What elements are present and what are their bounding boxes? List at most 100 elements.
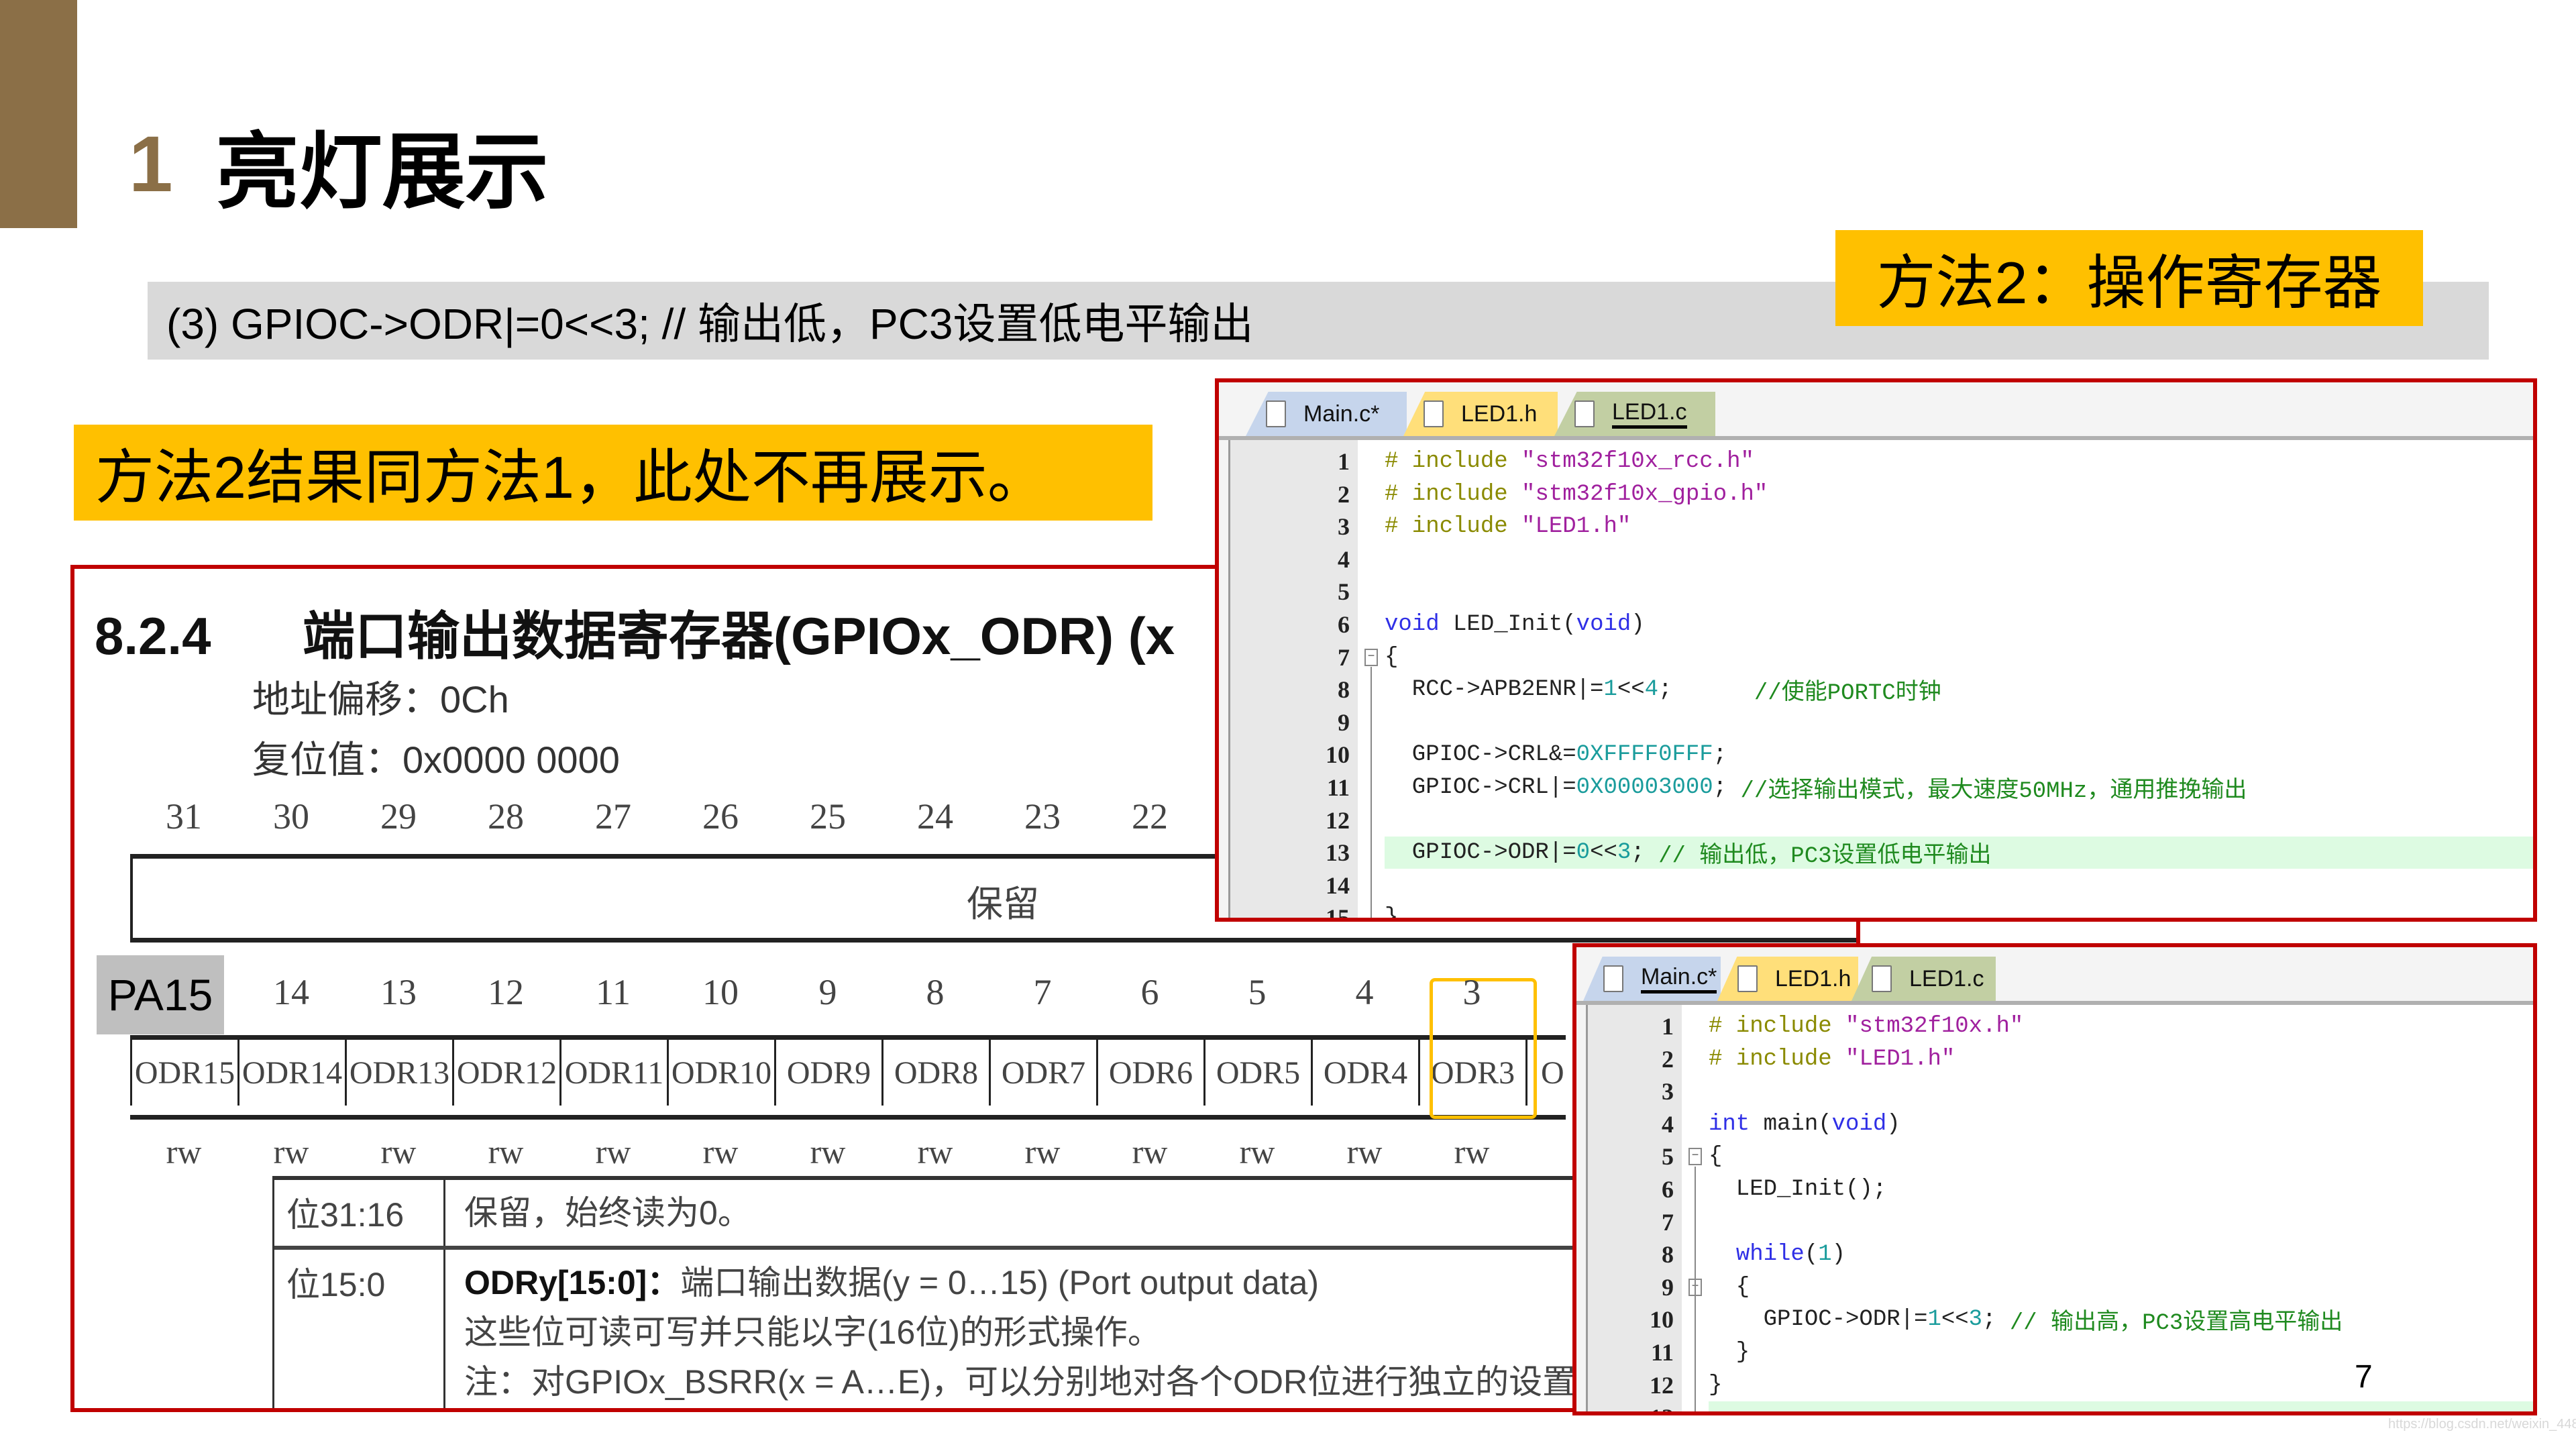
code-text: while(1) [1709,1238,2533,1271]
access-label: rw [273,1133,309,1171]
code-text: int main(void) [1709,1108,2533,1140]
line-number: 2 [1338,480,1350,508]
register-heading: 8.2.4 端口输出数据寄存器(GPIOx_ODR) (x [95,594,1175,669]
file-tab[interactable]: Main.c* [1583,957,1721,1001]
fold-toggle-icon[interactable]: − [1364,648,1378,666]
odr-field-cell: ODR10 [667,1040,774,1106]
pa15-label: PA15 [97,955,224,1034]
code-text: # include "LED1.h" [1709,1043,2533,1075]
odr-field-cell: ODR6 [1096,1040,1203,1106]
code-token: # include [1709,1014,1846,1039]
code-text: GPIOC->ODR|= 0 << 3; // 输出低，PC3设置低电平输出 [1385,837,2533,869]
file-tab-label: LED1.h [1775,965,1851,991]
file-tab[interactable]: LED1.h [1403,392,1558,436]
title-text: 亮灯展示 [215,126,549,219]
bit-number: 4 [1355,972,1374,1012]
code-line: 8 while(1) [1588,1238,2533,1271]
bit-number: 25 [810,796,846,837]
code-line: 5 {− [1588,1140,2533,1173]
bit-number: 6 [1140,972,1159,1012]
code-text: # include "stm32f10x.h" [1709,1010,2533,1042]
code-token: //使能PORTC时钟 [1754,681,1941,707]
bit-number: 27 [595,796,631,837]
access-label: rw [595,1133,631,1171]
code-token: ; [1713,775,1741,800]
code-area[interactable]: 1 # include "stm32f10x_rcc.h" 2 # include "… [1228,440,2533,918]
fold-toggle-icon[interactable]: − [1688,1148,1702,1166]
line-number: 6 [1662,1176,1674,1203]
code-text: { [1385,641,2533,674]
odr-field-cell: ODR12 [452,1040,559,1106]
odr-field-cell: ODR13 [345,1040,452,1106]
code-editor-led1-c: Main.c* LED1.h LED1.c 1 # include "stm32f10… [1215,378,2537,922]
odr-field-cell: ODR7 [989,1040,1096,1106]
address-offset: 地址偏移：0Ch [252,678,509,720]
bit-number: 7 [1033,972,1052,1012]
desc-field-name: ODRy[15:0]： [464,1264,681,1301]
desc-bits: 位15:0 [274,1250,445,1408]
code-text: GPIOC->CRL&= 0XFFFF0FFF; [1385,739,2533,771]
brand-accent-bar [0,0,77,228]
code-token: 1 [1603,677,1617,703]
file-tab[interactable]: LED1.h [1717,957,1858,1001]
line-number: 13 [1326,839,1350,867]
subtitle-text: (3) GPIOC->ODR|=0<<3; // 输出低，PC3设置低电平输出 [166,300,1254,348]
code-token: } [1709,1340,1750,1365]
code-text: # include "stm32f10x_gpio.h" [1385,478,2533,511]
code-token: 1 [1818,1242,1832,1268]
access-label: rw [1132,1133,1168,1171]
bit-number: 13 [380,972,417,1012]
code-line: 9 {− [1588,1271,2533,1303]
code-token: 3 [1617,840,1631,866]
odr-field-cell: ODR11 [559,1040,667,1106]
code-text: # include "stm32f10x_rcc.h" [1385,445,2533,478]
code-token: 1 [1927,1307,1941,1333]
code-token: { [1709,1144,1723,1170]
line-number: 1 [1338,448,1350,475]
file-tab[interactable]: LED1.c [1554,392,1715,436]
reserved-label: 保留 [967,884,1039,924]
code-token: # include [1385,481,1522,507]
line-number: 10 [1326,741,1350,769]
bit-number: 24 [917,796,953,837]
code-token: << [1590,840,1617,866]
line-number: 5 [1662,1143,1674,1171]
result-note: 方法2结果同方法1，此处不再展示。 [74,425,1152,521]
code-token: 3 [1968,1307,1983,1333]
code-token: void [1831,1111,1887,1137]
code-line: 10 GPIOC->ODR|= 1 << 3; // 输出高，PC3设置高电平输出 [1588,1303,2533,1336]
access-label: rw [702,1133,739,1171]
code-token: void [1385,612,1440,637]
line-number: 3 [1338,513,1350,541]
code-token: while [1735,1242,1805,1268]
file-tab-label: LED1.c [1909,965,1984,991]
code-token: ; [1631,840,1659,866]
code-token: //选择输出模式，最大速度50MHz，通用推挽输出 [1740,779,2247,804]
file-icon [1603,965,1623,992]
code-token: # include [1385,514,1522,540]
bit-number: 3 [1462,972,1481,1012]
file-tab[interactable]: LED1.c [1851,957,1996,1001]
file-tab-label: LED1.c [1612,399,1687,429]
line-number: 3 [1662,1078,1674,1106]
code-token: << [1941,1307,1969,1333]
line-number: 7 [1662,1208,1674,1236]
line-number: 9 [1662,1273,1674,1301]
editor-tab-bar: Main.c* LED1.h LED1.c [1219,382,2533,440]
code-line: 7 {− [1230,641,2533,674]
code-token: ( [1804,1242,1819,1268]
code-area[interactable]: 1 # include "stm32f10x.h" 2 # include "LED1… [1586,1005,2533,1411]
section-number: 1 [129,120,173,209]
line-number: 9 [1338,708,1350,736]
code-text: GPIOC->ODR|= 1 << 3; // 输出高，PC3设置高电平输出 [1709,1303,2533,1336]
file-tab[interactable]: Main.c* [1246,392,1407,436]
access-label: rw [1346,1133,1383,1171]
code-token: "LED1.h" [1845,1046,1955,1072]
code-line: 11 GPIOC->CRL|= 0X00003000; //选择输出模式，最大速度… [1230,771,2533,804]
code-line: 5 [1230,576,2533,608]
file-icon [1424,400,1444,427]
code-token: ; [1658,677,1754,703]
